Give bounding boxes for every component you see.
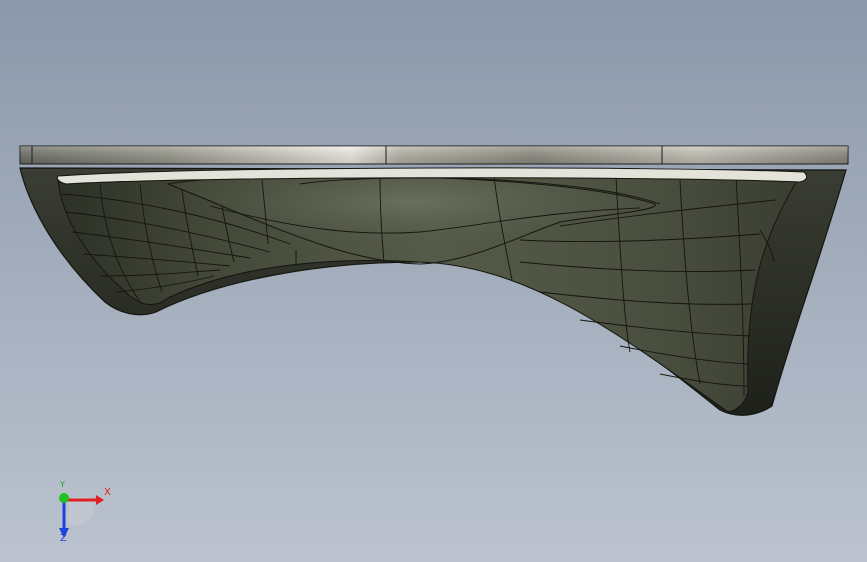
x-axis-label: X — [104, 487, 111, 498]
graphics-viewport[interactable]: X Y Z — [0, 0, 867, 562]
y-axis-label: Y — [60, 480, 65, 489]
z-axis-label: Z — [60, 533, 67, 544]
3d-model[interactable] — [0, 0, 867, 562]
orientation-triad: X Y Z — [40, 480, 120, 546]
top-plate — [19, 145, 849, 165]
